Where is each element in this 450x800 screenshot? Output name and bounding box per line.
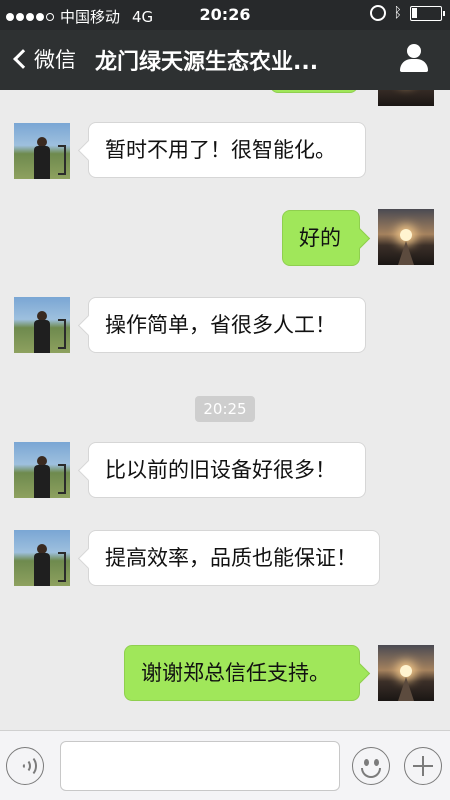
rotation-lock-icon (369, 5, 386, 21)
avatar-figure (34, 544, 50, 586)
timestamp-badge: 20:25 (195, 396, 255, 422)
avatar-post (58, 145, 66, 175)
avatar-body (34, 320, 50, 353)
back-button[interactable]: 微信 (10, 44, 76, 74)
back-label: 微信 (34, 48, 76, 72)
voice-icon[interactable] (6, 747, 44, 785)
self-avatar[interactable] (378, 209, 434, 265)
bluetooth-icon: ᛒ (393, 5, 402, 21)
message-bubble-partial (270, 90, 358, 93)
contact-avatar[interactable] (14, 123, 70, 179)
emoji-eye (374, 759, 379, 766)
status-right: ᛒ (369, 5, 445, 21)
avatar-body (34, 146, 50, 179)
nav-bar: 微信 龙门绿天源生态农业... (0, 30, 450, 90)
sun-dot (400, 665, 412, 677)
person-icon[interactable] (400, 44, 428, 74)
avatar-figure (34, 311, 50, 353)
message-bubble-sent[interactable]: 谢谢郑总信任支持。 (124, 645, 360, 701)
avatar-post (58, 552, 66, 582)
road (398, 241, 414, 265)
battery-fill (412, 7, 417, 18)
avatar-figure (34, 137, 50, 179)
emoji-mouth (361, 768, 381, 778)
message-bubble-sent[interactable]: 好的 (282, 210, 360, 266)
message-bubble-received[interactable]: 操作简单，省很多人工！ (88, 297, 366, 353)
road (398, 677, 414, 701)
avatar-post (58, 319, 66, 349)
self-avatar-partial (378, 90, 434, 106)
emoji-eye (364, 759, 369, 766)
avatar-figure (34, 456, 50, 498)
input-bar (0, 730, 450, 800)
chat-title: 龙门绿天源生态农业... (95, 50, 319, 75)
contact-avatar[interactable] (14, 297, 70, 353)
battery-icon (410, 5, 445, 21)
person-head (407, 44, 421, 58)
message-bubble-received[interactable]: 暂时不用了！很智能化。 (88, 122, 366, 178)
sun-dot (400, 229, 412, 241)
plus-bar (422, 756, 424, 776)
status-bar: 中国移动 4G 20:26 ᛒ (0, 0, 450, 30)
avatar-body (34, 553, 50, 586)
self-avatar[interactable] (378, 645, 434, 701)
message-bubble-received[interactable]: 比以前的旧设备好很多！ (88, 442, 366, 498)
voice-wave (19, 755, 37, 777)
emoji-icon[interactable] (352, 747, 390, 785)
person-body (400, 59, 428, 72)
message-bubble-received[interactable]: 提高效率，品质也能保证！ (88, 530, 380, 586)
avatar-body (34, 465, 50, 498)
chat-area[interactable]: 暂时不用了！很智能化。 好的 操作简单，省很多人工！ 20:25 比以前的旧设备… (0, 90, 450, 730)
contact-avatar[interactable] (14, 530, 70, 586)
chevron-left-icon (13, 49, 33, 69)
avatar-post (58, 464, 66, 494)
contact-avatar[interactable] (14, 442, 70, 498)
plus-icon[interactable] (404, 747, 442, 785)
message-input[interactable] (60, 741, 340, 791)
